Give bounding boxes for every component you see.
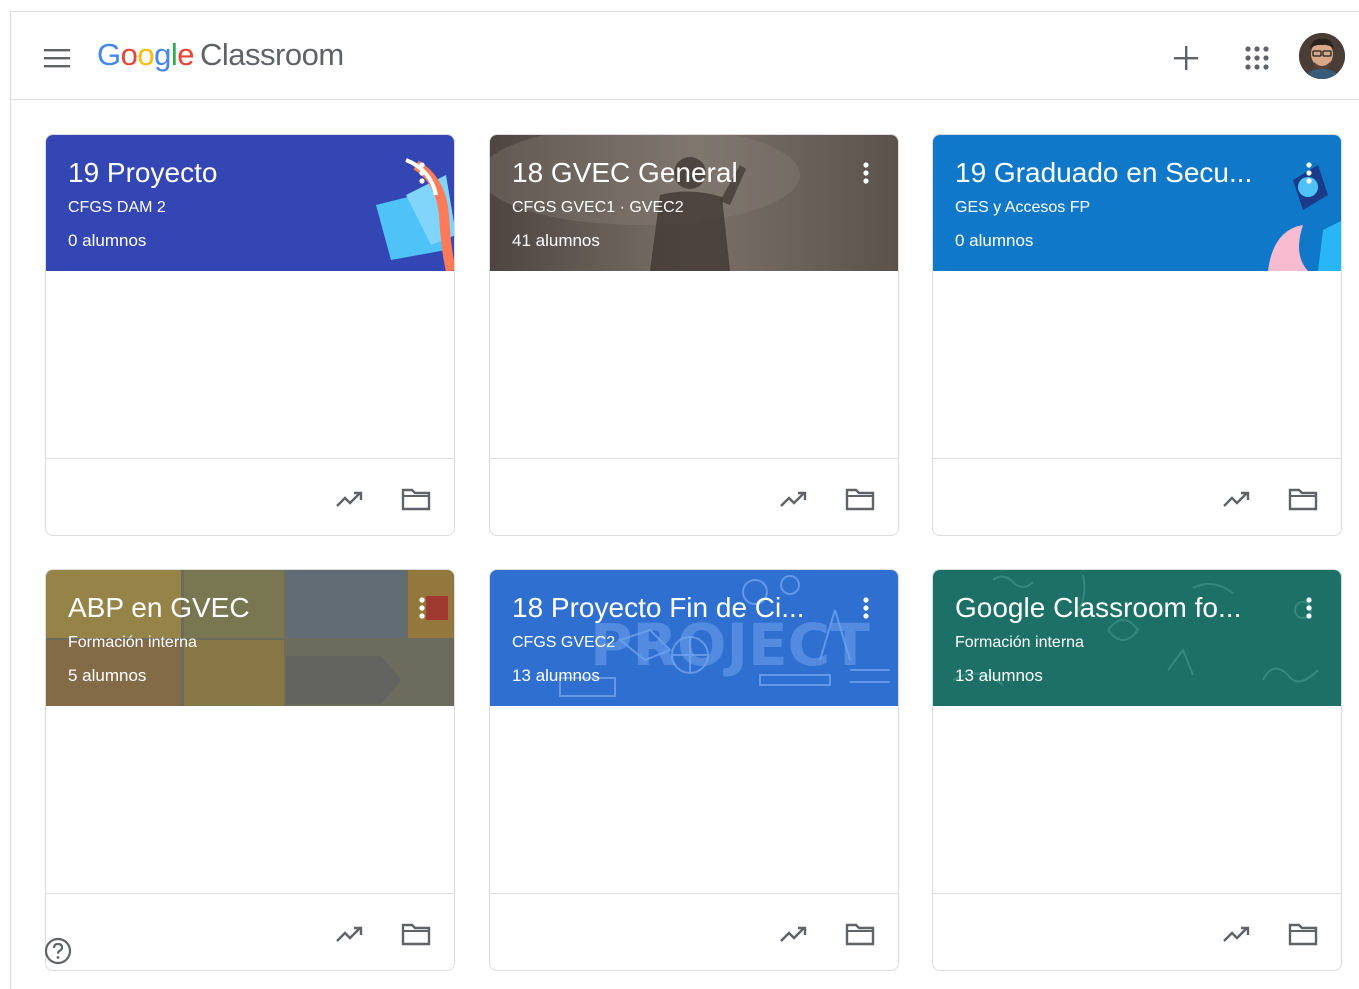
class-card-header[interactable]: 19 Proyecto CFGS DAM 2 0 alumnos [46,135,454,271]
more-vert-icon [419,162,425,184]
student-count: 0 alumnos [955,231,1034,250]
google-apps-button[interactable] [1239,40,1275,76]
class-options-button[interactable] [1297,592,1321,624]
trending-up-icon [780,926,807,942]
folder-icon [1288,923,1318,946]
class-title-link[interactable]: 19 Graduado en Secu... [955,157,1252,189]
class-card[interactable]: ABP en GVEC Formación interna 5 alumnos [45,569,455,971]
class-card-header[interactable]: Google Classroom fo... Formación interna… [933,570,1341,706]
class-card[interactable]: 19 Graduado en Secu... GES y Accesos FP … [932,134,1342,536]
logo-letter: o [120,37,138,72]
class-section: CFGS GVEC1 · GVEC2 [512,199,684,216]
class-card-body [933,271,1341,458]
class-card-body [490,271,898,458]
trending-up-icon [336,491,363,507]
class-card-header[interactable]: 19 Graduado en Secu... GES y Accesos FP … [933,135,1341,271]
class-card-footer [933,458,1341,535]
folder-icon [401,923,431,946]
class-options-button[interactable] [410,592,434,624]
apps-grid-icon [1245,46,1269,70]
open-gradebook-button[interactable] [330,479,370,519]
product-name: Classroom [200,37,344,72]
more-vert-icon [863,597,869,619]
student-count: 5 alumnos [68,666,147,685]
logo-letter: G [97,37,121,72]
trending-up-icon [1223,491,1250,507]
open-gradebook-button[interactable] [774,914,814,954]
more-vert-icon [1306,597,1312,619]
class-options-button[interactable] [854,157,878,189]
open-class-drive-folder-button[interactable] [840,479,880,519]
create-or-join-class-button[interactable] [1168,40,1204,76]
student-count: 13 alumnos [512,666,600,685]
open-class-drive-folder-button[interactable] [396,914,436,954]
student-count: 0 alumnos [68,231,147,250]
hamburger-menu-icon [44,49,70,68]
class-title-link[interactable]: 18 GVEC General [512,157,738,189]
avatar-photo [1299,33,1345,79]
open-class-drive-folder-button[interactable] [396,479,436,519]
user-avatar[interactable] [1299,33,1345,79]
app-frame: Google Classroom 19 Proyecto CFGS DAM 2 … [10,11,1359,989]
class-card-body [46,706,454,893]
folder-icon [401,488,431,511]
logo-letter: g [154,37,171,72]
open-gradebook-button[interactable] [1217,479,1257,519]
class-title-link[interactable]: ABP en GVEC [68,592,250,624]
class-card-footer [490,458,898,535]
folder-icon [845,923,875,946]
open-class-drive-folder-button[interactable] [1283,914,1323,954]
class-card-footer [46,893,454,970]
help-circle-icon [44,937,72,965]
trending-up-icon [1223,926,1250,942]
open-class-drive-folder-button[interactable] [840,914,880,954]
class-card-header[interactable]: 18 GVEC General CFGS GVEC1 · GVEC2 41 al… [490,135,898,271]
class-section: GES y Accesos FP [955,199,1091,216]
open-gradebook-button[interactable] [774,479,814,519]
class-title-link[interactable]: Google Classroom fo... [955,592,1241,624]
logo-letter: o [137,37,155,72]
student-count: 13 alumnos [955,666,1043,685]
open-gradebook-button[interactable] [330,914,370,954]
class-section: CFGS DAM 2 [68,199,166,216]
class-section: Formación interna [955,634,1084,651]
class-card-footer [933,893,1341,970]
more-vert-icon [419,597,425,619]
class-options-button[interactable] [410,157,434,189]
more-vert-icon [1306,162,1312,184]
logo-letter: e [177,37,195,72]
folder-icon [1288,488,1318,511]
folder-icon [845,488,875,511]
class-card-footer [490,893,898,970]
class-card-body [46,271,454,458]
class-options-button[interactable] [854,592,878,624]
student-count: 41 alumnos [512,231,600,250]
class-title-link[interactable]: 19 Proyecto [68,157,217,189]
class-section: Formación interna [68,634,197,651]
class-card[interactable]: 18 GVEC General CFGS GVEC1 · GVEC2 41 al… [489,134,899,536]
help-button[interactable] [42,935,74,967]
class-title-link[interactable]: 18 Proyecto Fin de Ci... [512,592,805,624]
class-card[interactable]: PROJECT 18 Proyecto Fin de Ci... CFGS GV… [489,569,899,971]
class-card[interactable]: Google Classroom fo... Formación interna… [932,569,1342,971]
class-options-button[interactable] [1297,157,1321,189]
class-card-body [933,706,1341,893]
main-menu-button[interactable] [39,40,75,76]
trending-up-icon [336,926,363,942]
class-card[interactable]: 19 Proyecto CFGS DAM 2 0 alumnos [45,134,455,536]
class-section: CFGS GVEC2 [512,634,616,651]
class-card-header[interactable]: PROJECT 18 Proyecto Fin de Ci... CFGS GV… [490,570,898,706]
class-card-header[interactable]: ABP en GVEC Formación interna 5 alumnos [46,570,454,706]
class-card-body [490,706,898,893]
class-card-footer [46,458,454,535]
more-vert-icon [863,162,869,184]
open-class-drive-folder-button[interactable] [1283,479,1323,519]
trending-up-icon [780,491,807,507]
open-gradebook-button[interactable] [1217,914,1257,954]
google-classroom-logo[interactable]: Google Classroom [97,37,344,73]
top-app-bar: Google Classroom [11,12,1359,100]
plus-icon [1174,46,1198,70]
